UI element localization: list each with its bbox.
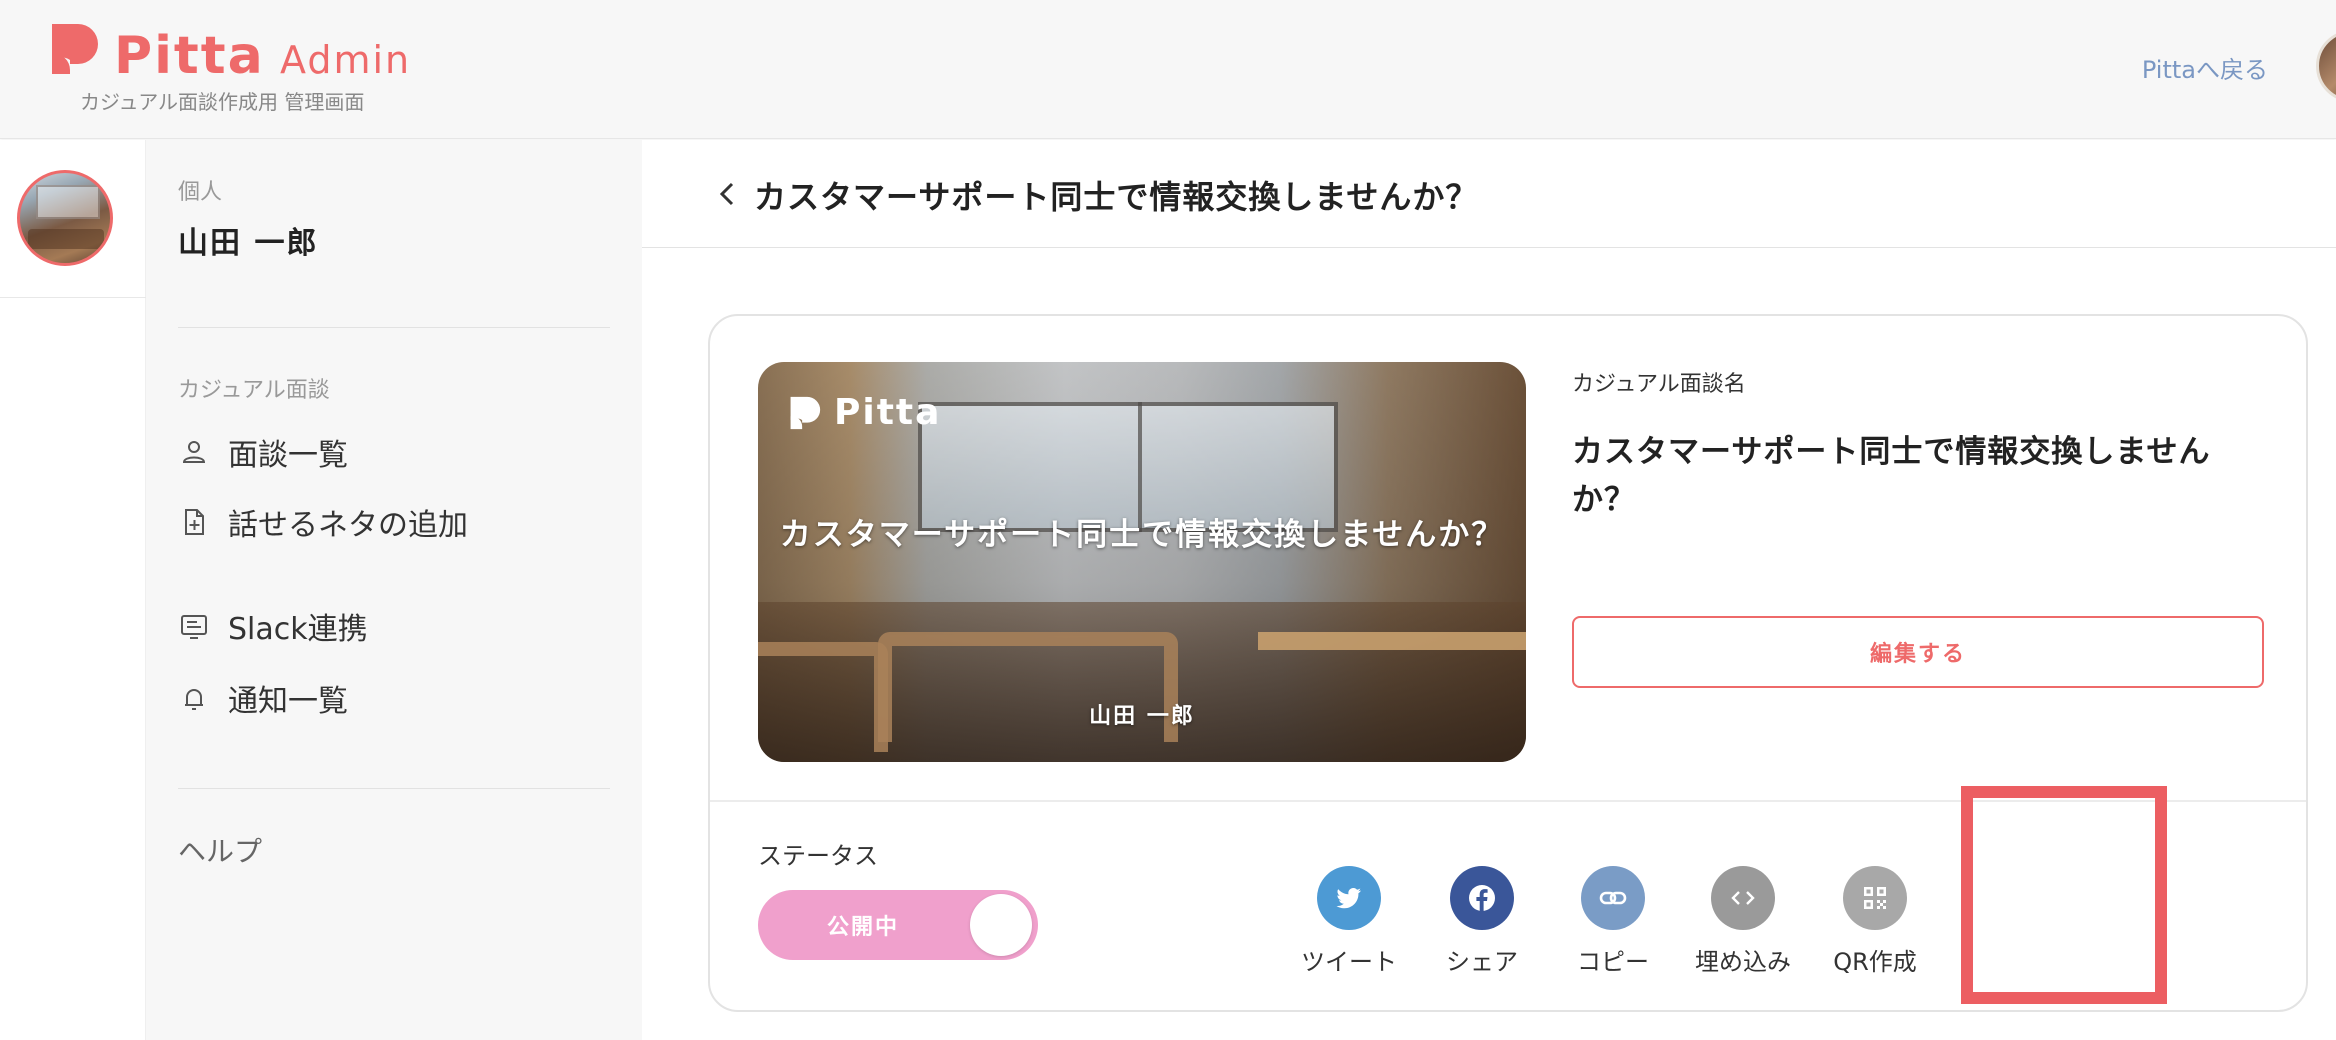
interview-card: Pitta カスタマーサポート同士で情報交換しませんか？ 山田 一郎 カジュアル… <box>708 314 2308 1012</box>
account-switcher[interactable] <box>0 140 146 298</box>
pitta-logo-icon <box>790 396 821 429</box>
twitter-icon <box>1336 887 1361 909</box>
cover-image: Pitta カスタマーサポート同士で情報交換しませんか？ 山田 一郎 <box>758 362 1526 762</box>
slack-connect-icon <box>181 615 207 639</box>
tweet-button[interactable]: ツイート <box>1284 854 1414 976</box>
account-avatar[interactable] <box>17 170 113 266</box>
code-icon <box>1731 891 1755 905</box>
cover-author: 山田 一郎 <box>1089 704 1195 729</box>
sidebar-divider <box>178 788 610 789</box>
publish-toggle-knob <box>970 894 1032 956</box>
status-label: ステータス <box>758 842 878 870</box>
logo-text: Pitta <box>114 26 265 86</box>
header-avatar[interactable] <box>2316 30 2336 102</box>
publish-toggle-label: 公開中 <box>826 915 899 940</box>
link-icon <box>1599 891 1627 905</box>
share-label: QR作成 <box>1833 948 1917 976</box>
sidebar-item-label: Slack連携 <box>228 612 368 647</box>
chevron-left-icon[interactable] <box>710 176 746 212</box>
edit-button[interactable]: 編集する <box>1572 616 2264 688</box>
cover-title: カスタマーサポート同士で情報交換しませんか？ <box>779 517 1505 553</box>
sidebar-item-notifications[interactable]: 通知一覧 <box>178 676 348 720</box>
sidebar-item-label: 通知一覧 <box>228 684 348 719</box>
logo-admin-text: Admin <box>280 38 412 82</box>
publish-toggle[interactable]: 公開中 <box>758 890 1038 960</box>
main-content: カスタマーサポート同士で情報交換しませんか？ Pitta カスタマーサポート同士… <box>642 140 2336 1040</box>
back-to-pitta-link[interactable]: Pittaへ戻る <box>2142 50 2268 85</box>
person-icon <box>182 441 206 463</box>
app-header: Pitta Admin カジュアル面談作成用 管理画面 Pittaへ戻る <box>0 0 2336 139</box>
account-type-label: 個人 <box>178 180 223 205</box>
facebook-icon <box>1469 885 1495 911</box>
sidebar-item-slack[interactable]: Slack連携 <box>178 604 368 648</box>
account-user-name: 山田 一郎 <box>178 226 319 261</box>
sidebar-item-add-topics[interactable]: 話せるネタの追加 <box>178 500 468 544</box>
cover-logo: Pitta <box>788 392 941 433</box>
embed-button[interactable]: 埋め込み <box>1678 854 1808 976</box>
sidebar-item-interview-list[interactable]: 面談一覧 <box>178 430 348 474</box>
card-divider <box>710 800 2306 802</box>
interview-name: カスタマーサポート同士で情報交換しませんか？ <box>1572 434 2211 518</box>
sidebar-item-label: 話せるネタの追加 <box>228 508 468 543</box>
cover-logo-text: Pitta <box>834 392 942 433</box>
page-title: カスタマーサポート同士で情報交換しませんか？ <box>754 178 1479 216</box>
sidebar-help-link[interactable]: ヘルプ <box>178 830 262 870</box>
add-document-icon <box>185 509 204 535</box>
qr-code-icon <box>1864 887 1886 909</box>
sidebar-section-label: カジュアル面談 <box>178 378 330 403</box>
interview-name-label: カジュアル面談名 <box>1572 372 1746 397</box>
account-rail <box>0 140 146 1040</box>
logo-subtitle: カジュアル面談作成用 管理画面 <box>80 90 365 114</box>
sidebar-item-label: 面談一覧 <box>228 438 348 473</box>
bell-icon <box>185 689 203 710</box>
page-title-bar: カスタマーサポート同士で情報交換しませんか？ <box>642 140 2336 248</box>
qr-create-button[interactable]: QR作成 <box>1810 854 1940 976</box>
sidebar: 個人 山田 一郎 カジュアル面談 面談一覧 話せるネタの追加 Slack連携 通… <box>146 140 642 1040</box>
pitta-logo-icon <box>52 24 98 74</box>
sidebar-divider <box>178 327 610 328</box>
